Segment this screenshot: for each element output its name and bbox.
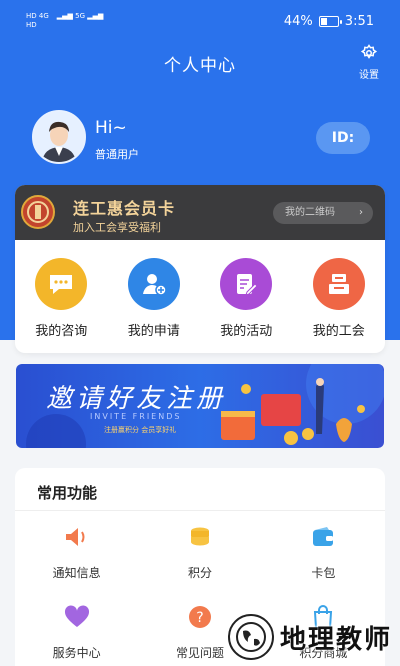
- my-qrcode-button[interactable]: 我的二维码 ›: [273, 202, 373, 224]
- status-right: 44% 3:51: [284, 14, 374, 29]
- question-icon: ?: [185, 602, 215, 632]
- hd-indicator: HD: [26, 21, 37, 29]
- quick-action-label: 我的申请: [127, 324, 180, 339]
- settings-label: 设置: [359, 70, 379, 81]
- section-title: 常用功能: [37, 484, 98, 502]
- coin-stack-icon: [185, 522, 215, 552]
- quick-action-union[interactable]: 我的工会: [293, 258, 386, 339]
- avatar[interactable]: [32, 110, 86, 164]
- function-label: 积分: [187, 566, 212, 580]
- user-type: 普通用户: [95, 148, 139, 161]
- banner-subtitle: INVITE FRIENDS: [90, 412, 182, 421]
- greeting: Hi~: [95, 118, 127, 138]
- invite-banner[interactable]: 邀请好友注册 INVITE FRIENDS 注册赢积分 会员享好礼: [16, 364, 384, 448]
- divider: [15, 510, 385, 511]
- chat-bubble-icon: [35, 258, 88, 310]
- quick-action-label: 我的咨询: [35, 324, 88, 339]
- function-label: 卡包: [311, 566, 336, 580]
- function-service-center[interactable]: 服务中心: [15, 600, 138, 666]
- quick-action-label: 我的工会: [312, 324, 365, 339]
- banner-title: 邀请好友注册: [46, 384, 227, 414]
- member-card: 连工惠会员卡 加入工会享受福利 我的二维码 › 我的咨询 我的申请 我的活动 我…: [15, 185, 385, 353]
- edit-note-icon: [220, 258, 273, 310]
- quick-action-consult[interactable]: 我的咨询: [15, 258, 108, 339]
- gear-icon: [360, 44, 378, 59]
- user-add-icon: [127, 258, 180, 310]
- settings-button[interactable]: 设置: [354, 44, 384, 81]
- heart-icon: [62, 602, 92, 632]
- quick-action-label: 我的活动: [220, 324, 273, 339]
- member-card-title: 连工惠会员卡: [73, 199, 176, 218]
- speaker-icon: [62, 522, 92, 552]
- status-signals: HD 4G ▂▄▆ 5G ▂▄▆ HD: [26, 12, 103, 30]
- watermark: 地理教师: [227, 614, 392, 660]
- network-5g: 5G: [75, 12, 86, 20]
- function-label: 服务中心: [52, 646, 101, 660]
- function-points[interactable]: 积分: [138, 520, 261, 586]
- quick-action-apply[interactable]: 我的申请: [108, 258, 201, 339]
- union-building-icon: [312, 258, 365, 310]
- avatar-icon: [34, 112, 84, 162]
- id-button[interactable]: ID:: [316, 122, 370, 154]
- globe-logo-icon: [227, 614, 274, 660]
- battery-icon: [318, 16, 342, 27]
- signal-icon-2: ▂▄▆: [87, 12, 104, 20]
- qrcode-label: 我的二维码: [285, 207, 335, 218]
- function-label: 通知信息: [52, 566, 101, 580]
- battery-percent: 44%: [283, 14, 313, 29]
- signal-icon: ▂▄▆: [56, 12, 73, 20]
- function-card-wallet[interactable]: 卡包: [262, 520, 385, 586]
- clock: 3:51: [344, 14, 374, 29]
- watermark-text: 地理教师: [279, 624, 392, 655]
- quick-actions: 我的咨询 我的申请 我的活动 我的工会: [15, 258, 385, 339]
- banner-note: 注册赢积分 会员享好礼: [104, 426, 177, 434]
- member-card-strip[interactable]: 连工惠会员卡 加入工会享受福利 我的二维码 ›: [15, 185, 385, 240]
- battery-fill: [320, 18, 328, 25]
- page-title: 个人中心: [164, 56, 236, 76]
- network-indicator: HD 4G: [26, 12, 49, 20]
- function-notifications[interactable]: 通知信息: [15, 520, 138, 586]
- svg-text:?: ?: [196, 610, 203, 626]
- member-card-subtitle: 加入工会享受福利: [73, 221, 161, 234]
- union-logo-icon: [21, 195, 55, 229]
- chevron-right-icon: ›: [359, 207, 363, 218]
- status-bar: HD 4G ▂▄▆ 5G ▂▄▆ HD 44% 3:51: [0, 0, 400, 44]
- wallet-icon: [308, 522, 338, 552]
- quick-action-activity[interactable]: 我的活动: [200, 258, 293, 339]
